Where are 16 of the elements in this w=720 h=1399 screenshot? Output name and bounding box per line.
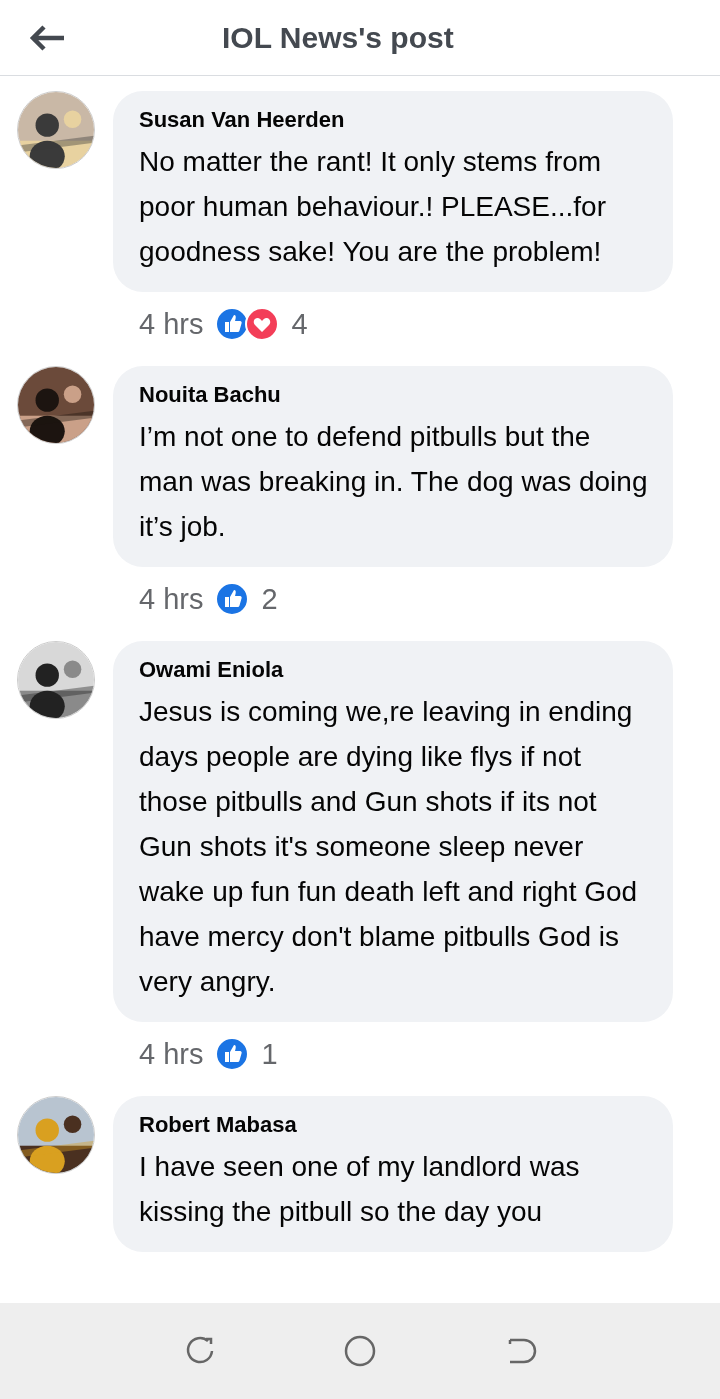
comment-time: 4 hrs bbox=[139, 1037, 204, 1071]
comment-text: No matter the rant! It only stems from poor human behaviour.! PLEASE...for goodness sake! You are the problem! bbox=[139, 145, 607, 269]
reaction-count: 4 bbox=[291, 307, 308, 341]
comment-text: I’m not one to defend pitbulls but the man was breaking in. The dog was doing it’s job. bbox=[139, 420, 649, 544]
reaction-count: 1 bbox=[261, 1037, 278, 1071]
comment-text: I have seen one of my landlord was kissing the pitbull so the day you bbox=[139, 1150, 581, 1229]
page-title: IOL News's post bbox=[222, 20, 454, 55]
author-name[interactable]: Susan Van Heerden bbox=[139, 107, 651, 133]
comment-time: 4 hrs bbox=[139, 307, 204, 341]
reaction-count: 2 bbox=[261, 582, 278, 616]
home-icon[interactable] bbox=[342, 1333, 378, 1369]
author-name[interactable]: Robert Mabasa bbox=[139, 1112, 651, 1138]
comment-time: 4 hrs bbox=[139, 582, 204, 616]
author-name[interactable]: Nouita Bachu bbox=[139, 382, 651, 408]
author-name[interactable]: Owami Eniola bbox=[139, 657, 651, 683]
comment-text: Jesus is coming we,re leaving in ending days people are dying like flys if not those pitbulls and Gun shots if its not Gun shots it's someone sleep never wake up fun fun death left and right God have mercy don't blame pitbulls God is very angry. bbox=[139, 695, 639, 999]
